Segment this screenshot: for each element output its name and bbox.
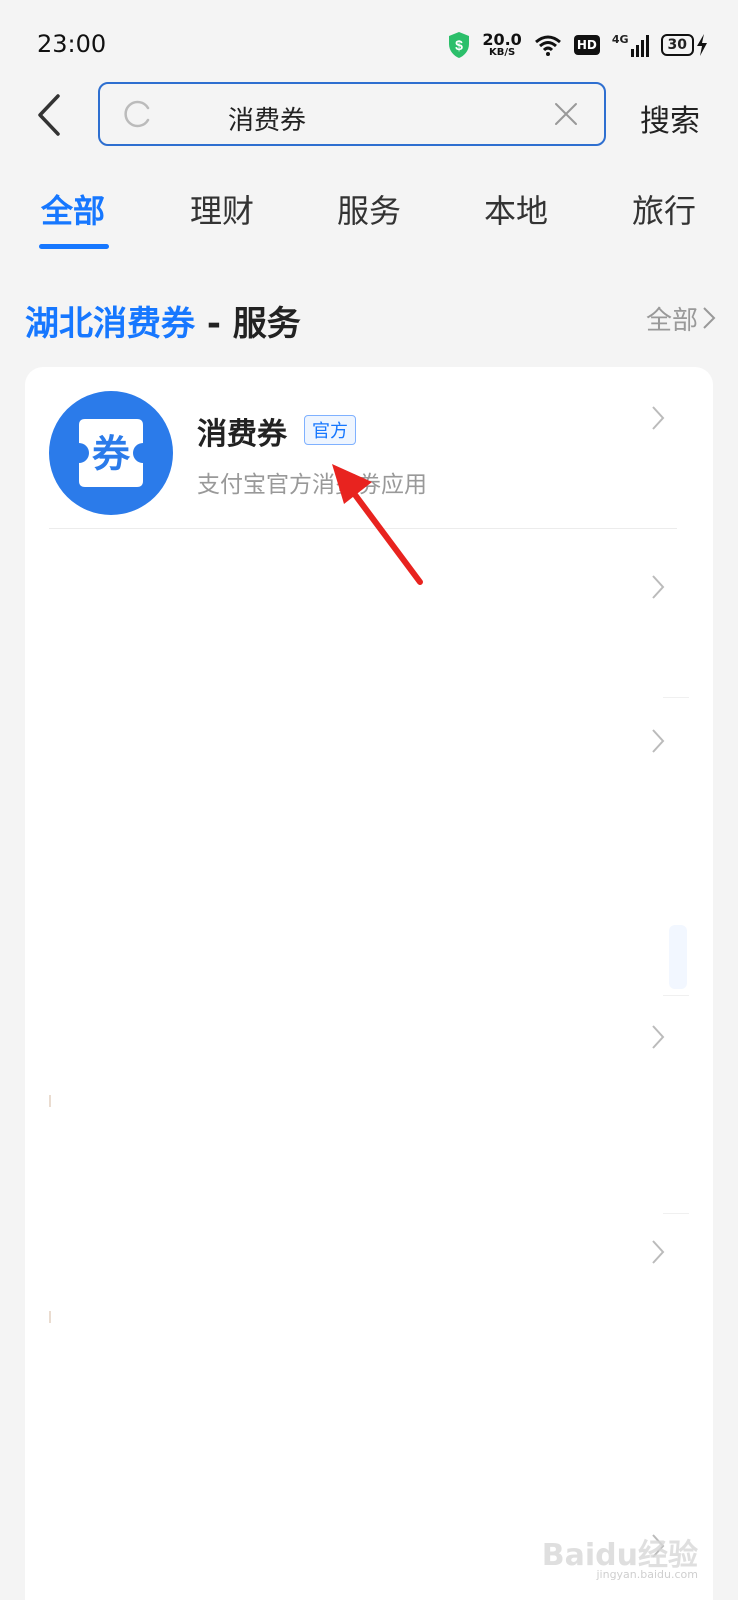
section-keyword: 湖北消费券	[25, 304, 195, 344]
tab-travel[interactable]: 旅行	[632, 186, 696, 232]
red-arrow-annotation	[332, 464, 423, 585]
battery-icon: 30	[660, 34, 708, 56]
app-name: 消费券	[197, 417, 287, 452]
official-badge: 官方	[304, 415, 356, 445]
clear-icon[interactable]	[554, 102, 578, 126]
tab-finance[interactable]: 理财	[190, 186, 254, 232]
status-bar: 23:00 $ 20.0 KB/S HD 4G 30	[0, 0, 738, 90]
signal-icon: 4G	[612, 33, 649, 57]
placeholder-block	[669, 925, 687, 989]
placeholder-mark	[49, 1311, 51, 1323]
back-arrow-icon[interactable]	[34, 92, 64, 138]
net-speed-value: 20.0	[482, 30, 522, 49]
wifi-icon	[534, 35, 561, 56]
shield-icon: $	[449, 32, 470, 58]
placeholder-mark	[49, 1095, 51, 1107]
app-icon-glyph: 券	[92, 432, 131, 476]
chevron-right-icon[interactable]	[651, 1239, 665, 1265]
tab-all[interactable]: 全部	[41, 186, 105, 232]
net-speed: 20.0 KB/S	[482, 32, 521, 58]
divider	[663, 697, 689, 698]
status-time: 23:00	[37, 30, 107, 58]
chevron-right-icon[interactable]	[651, 574, 665, 600]
chevron-right-icon	[652, 406, 665, 430]
divider	[663, 995, 689, 996]
search-input[interactable]: 消费券	[98, 82, 606, 146]
chevron-right-icon[interactable]	[702, 306, 716, 330]
search-button[interactable]: 搜索	[640, 96, 700, 140]
section-title: 湖北消费券 - 服务	[25, 296, 301, 345]
chevron-right-icon[interactable]	[651, 728, 665, 754]
loading-spinner-icon	[124, 100, 150, 128]
status-icons: $ 20.0 KB/S HD 4G 30	[448, 28, 708, 62]
watermark-url: jingyan.baidu.com	[596, 1568, 698, 1581]
divider	[663, 1213, 689, 1214]
net-speed-unit: KB/S	[488, 47, 516, 58]
view-all-link[interactable]: 全部	[646, 300, 698, 337]
coupon-app-icon: 券	[49, 391, 173, 515]
svg-text:$: $	[455, 37, 463, 53]
search-query: 消费券	[228, 106, 307, 136]
charging-icon	[697, 34, 707, 56]
tab-local[interactable]: 本地	[484, 186, 548, 232]
network-type-label: 4G	[611, 33, 629, 46]
hd-badge: HD	[573, 35, 600, 55]
battery-level: 30	[660, 34, 694, 56]
category-tabs: 全部 理财 服务 本地 旅行	[0, 182, 738, 252]
section-category: 服务	[232, 304, 301, 344]
section-separator: -	[195, 304, 233, 344]
active-tab-indicator	[39, 244, 109, 249]
chevron-right-icon[interactable]	[651, 1024, 665, 1050]
tab-services[interactable]: 服务	[337, 186, 401, 232]
